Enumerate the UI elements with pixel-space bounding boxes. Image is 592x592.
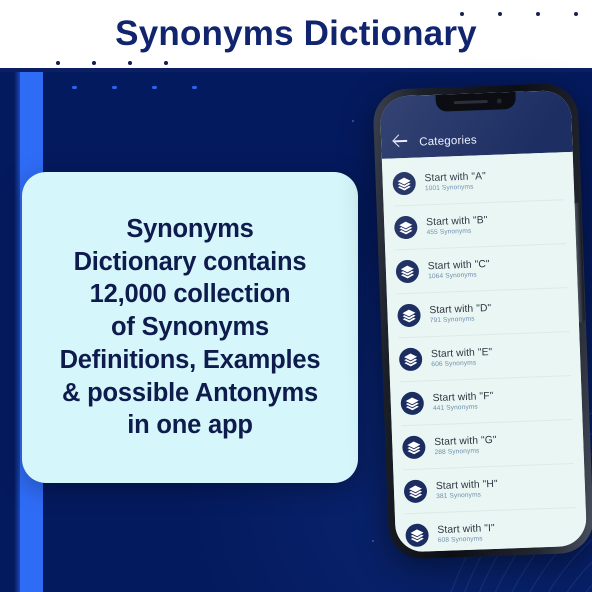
- list-item-subtitle: 441 Synonyms: [432, 403, 478, 413]
- promo-graphic: Synonyms Dictionary Synonyms Dictionary …: [0, 0, 592, 592]
- layers-stack-icon: [395, 259, 420, 284]
- list-item[interactable]: Start with "G" 288 Synonyms: [392, 420, 584, 470]
- list-item-title: Start with "I": [437, 522, 495, 537]
- list-item-title: Start with "E": [430, 346, 493, 361]
- app-bar-title: Categories: [419, 134, 478, 149]
- phone-screen: Categories Start with "A" 1001 Synonyms St…: [379, 89, 588, 553]
- list-item-title: Start with "F": [432, 390, 494, 405]
- phone-mockup: Categories Start with "A" 1001 Synonyms St…: [372, 82, 592, 570]
- decorative-dots-blue: [72, 86, 197, 89]
- list-item-title: Start with "C": [427, 258, 490, 273]
- feature-card-text: Synonyms Dictionary contains 12,000 coll…: [59, 214, 321, 440]
- arrow-left-icon[interactable]: [393, 133, 409, 149]
- list-item-subtitle: 455 Synonyms: [426, 227, 472, 237]
- list-item-subtitle: 791 Synonyms: [429, 315, 475, 325]
- layers-stack-icon: [405, 523, 430, 548]
- list-item[interactable]: Start with "E" 606 Synonyms: [388, 332, 580, 382]
- list-item[interactable]: Start with "C" 1064 Synonyms: [385, 244, 577, 294]
- list-item-title: Start with "H": [435, 478, 498, 493]
- list-item-title: Start with "A": [424, 171, 487, 185]
- list-item-subtitle: 608 Synonyms: [437, 535, 483, 545]
- list-item-title: Start with "B": [425, 215, 488, 229]
- layers-stack-icon: [401, 435, 426, 460]
- list-item-subtitle: 1064 Synonyms: [428, 271, 477, 281]
- page-title: Synonyms Dictionary: [115, 14, 477, 53]
- list-item[interactable]: Start with "I" 608 Synonyms: [395, 508, 587, 553]
- header-rule: [0, 68, 592, 72]
- list-item[interactable]: Start with "F" 441 Synonyms: [390, 376, 582, 426]
- earpiece-speaker-icon: [453, 99, 488, 105]
- list-item-subtitle: 606 Synonyms: [431, 359, 477, 369]
- layers-stack-icon: [392, 171, 417, 196]
- decorative-dots-bottom-left: [56, 61, 168, 65]
- list-item-subtitle: 381 Synonyms: [436, 491, 482, 501]
- list-item-subtitle: 1001 Synonyms: [424, 183, 474, 193]
- decorative-dots-top-right: [460, 12, 578, 16]
- layers-stack-icon: [400, 391, 425, 416]
- list-item-subtitle: 288 Synonyms: [434, 447, 480, 457]
- layers-stack-icon: [403, 479, 428, 504]
- phone-notch: [434, 91, 516, 112]
- feature-card: Synonyms Dictionary contains 12,000 coll…: [22, 172, 358, 483]
- list-item[interactable]: Start with "D" 791 Synonyms: [387, 288, 579, 338]
- layers-stack-icon: [393, 215, 418, 240]
- list-item[interactable]: Start with "A" 1001 Synonyms: [382, 156, 574, 206]
- layers-stack-icon: [398, 347, 423, 372]
- list-item[interactable]: Start with "H" 381 Synonyms: [393, 464, 585, 514]
- header-banner: Synonyms Dictionary: [0, 0, 592, 68]
- list-item-title: Start with "D": [429, 302, 492, 317]
- front-camera-icon: [496, 98, 502, 104]
- list-item-title: Start with "G": [434, 434, 497, 449]
- list-item[interactable]: Start with "B" 455 Synonyms: [384, 200, 576, 250]
- layers-stack-icon: [397, 303, 421, 328]
- categories-list[interactable]: Start with "A" 1001 Synonyms Start with "B…: [381, 151, 588, 553]
